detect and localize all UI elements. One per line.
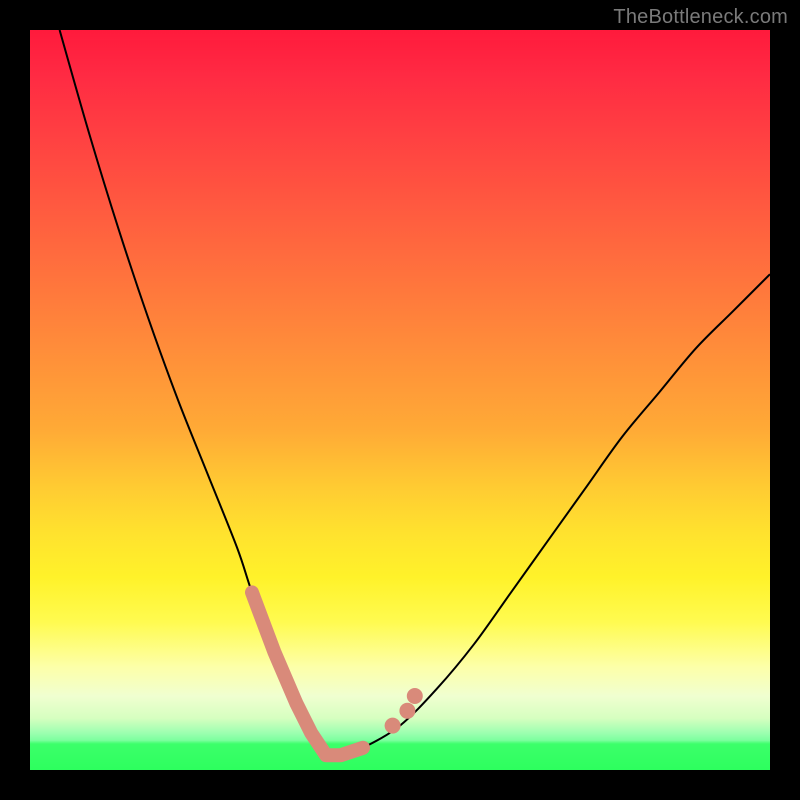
curve-layer	[30, 30, 770, 770]
chart-frame: TheBottleneck.com	[0, 0, 800, 800]
marker-dot	[399, 703, 415, 719]
bottleneck-curve	[60, 30, 770, 757]
l-shaped-marker	[252, 592, 363, 755]
marker-dot	[385, 718, 401, 734]
plot-area	[30, 30, 770, 770]
watermark-text: TheBottleneck.com	[613, 6, 788, 29]
marker-dot	[407, 688, 423, 704]
